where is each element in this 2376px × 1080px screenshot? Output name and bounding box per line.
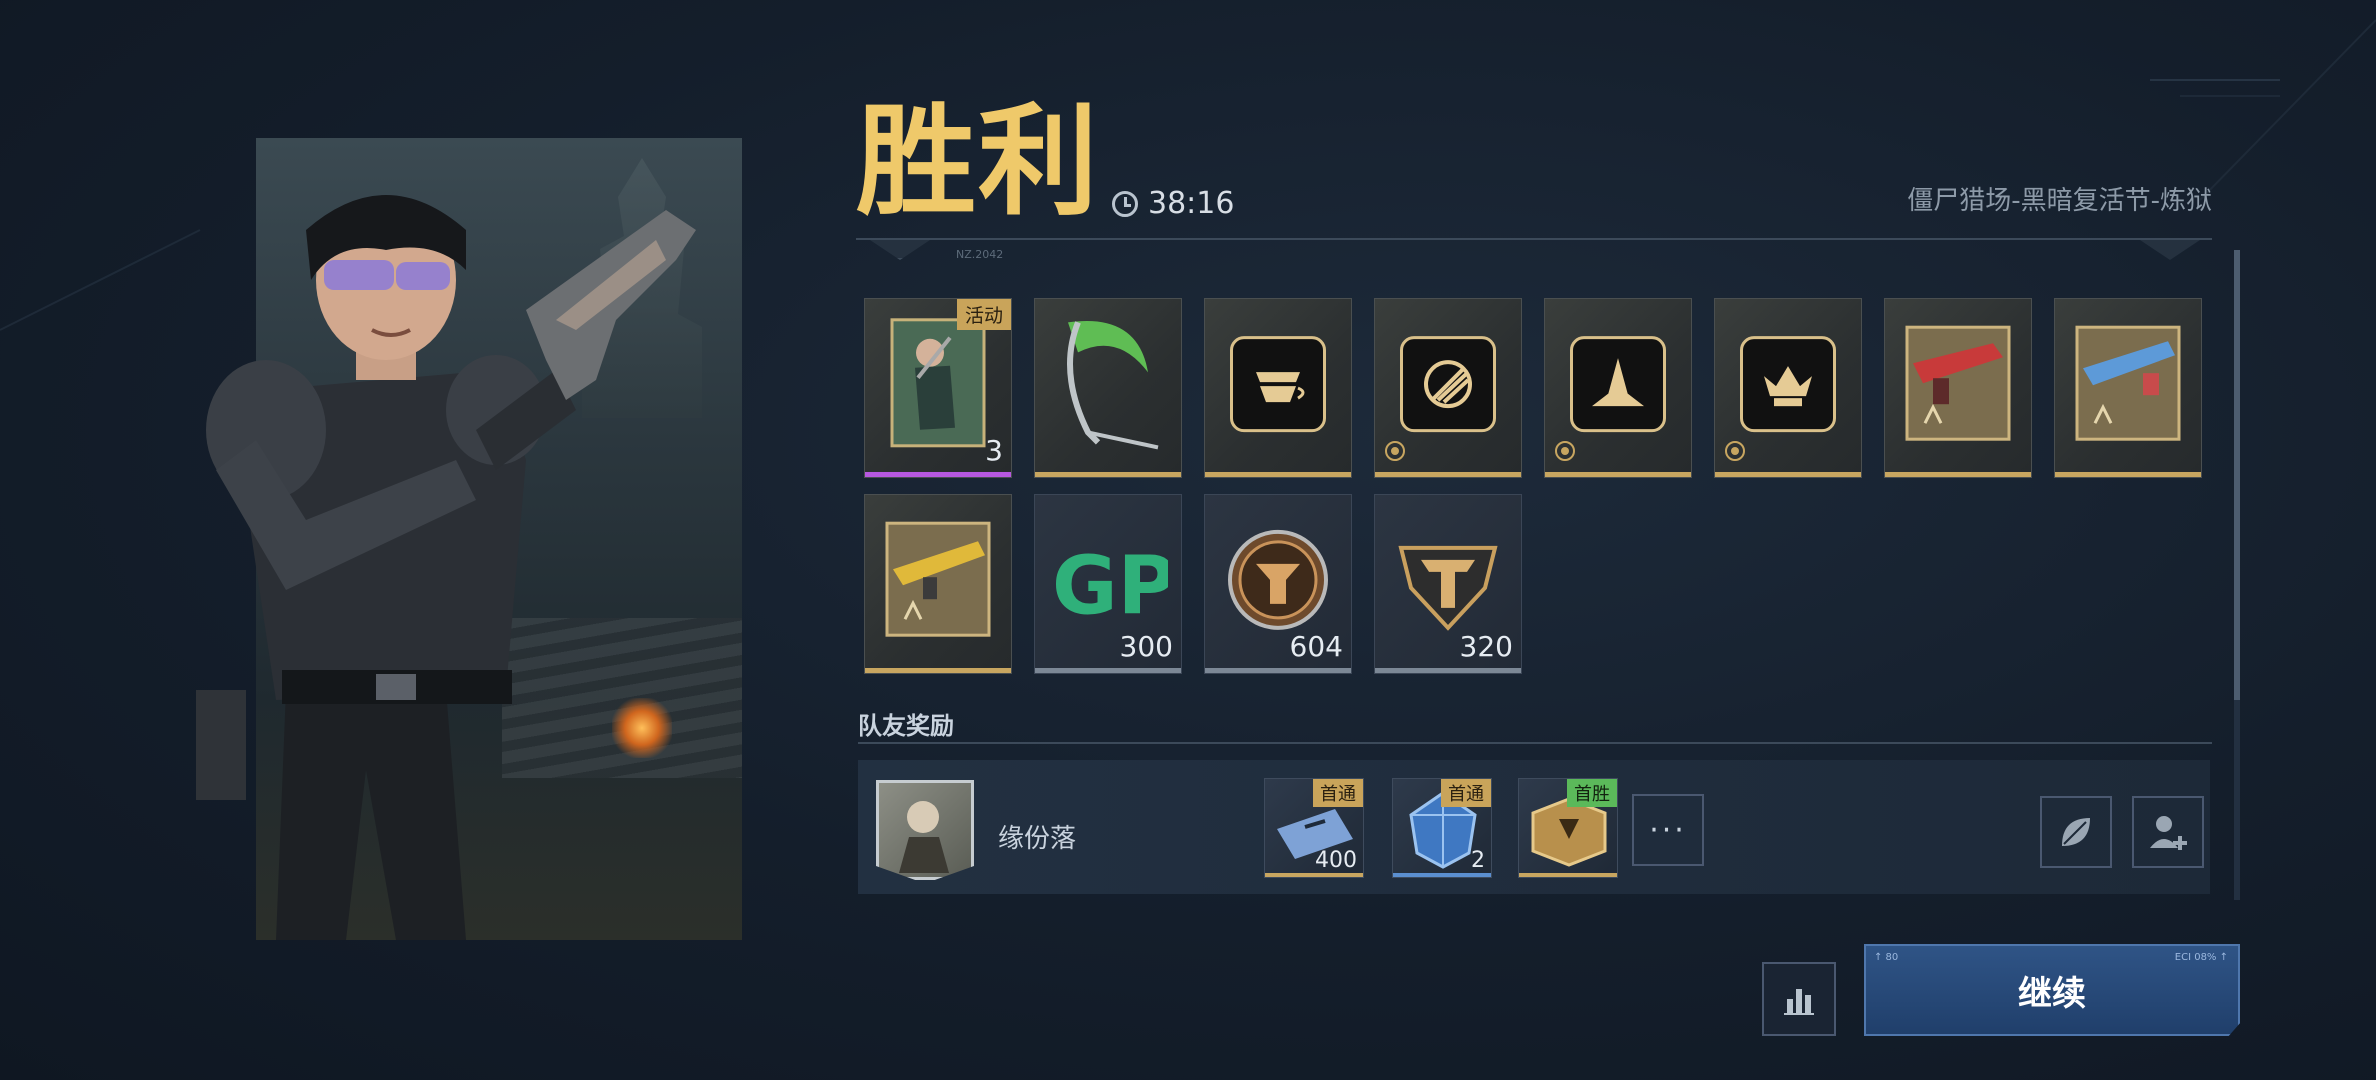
rarity-bar [1519,873,1617,877]
crown-emblem-icon [1740,336,1836,433]
coffee-emblem-icon [1230,336,1326,433]
rarity-bar [1205,668,1351,673]
spikes-emblem-icon [1570,336,1666,433]
rarity-bar [1393,873,1491,877]
arrows-emblem-icon [1400,336,1496,433]
continue-deco-right: ECI 08% ↑ [2174,952,2228,963]
clock-icon [1112,190,1138,217]
rarity-bar [1375,472,1521,477]
rarity-bar [1205,472,1351,477]
rarity-bar [1035,668,1181,673]
teammate-avatar[interactable] [876,780,974,880]
leaf-icon [2062,818,2090,846]
reward-item-emblem-spikes[interactable] [1544,298,1692,478]
team-reward-badge: 首通 [1441,779,1491,807]
character-card-icon [890,318,986,448]
rarity-bar [2055,472,2201,477]
scythe-icon [1067,320,1159,450]
team-reward-count: 2 [1471,848,1485,873]
teammate-row: 缘份落 首通 400 首通 2 首胜 ··· [858,760,2210,894]
match-timer: 38:16 [1112,186,1234,221]
reward-count: 300 [1119,630,1173,663]
character-figure [196,195,696,940]
deco-label: NZ.2042 [956,248,1004,261]
more-rewards-button[interactable]: ··· [1632,794,1704,866]
continue-deco-left: ↑ 80 [1874,952,1899,963]
team-reward-ticket[interactable]: 首通 400 [1264,778,1364,878]
teammate-name: 缘份落 [998,824,1077,854]
medal-icon [1725,441,1745,461]
mode-label: 僵尸猎场-黑暗复活节-炼狱 [1907,186,2212,216]
rank-points-icon [1398,545,1498,631]
rarity-bar [1545,472,1691,477]
medal-icon [1385,441,1405,461]
match-time-value: 38:16 [1148,186,1235,221]
rarity-bar [1715,472,1861,477]
continue-button[interactable]: ↑ 80 继续 ECI 08% ↑ [1864,944,2240,1036]
medal-icon [1555,441,1575,461]
rarity-bar [865,668,1011,673]
like-button[interactable] [2040,796,2112,868]
reward-item-emblem-arrows[interactable] [1374,298,1522,478]
reward-item-weapon-red[interactable] [1884,298,2032,478]
result-title: 胜利 [856,93,1100,232]
divider-chevron-right [2140,240,2200,260]
gp-currency-icon: GP [1052,539,1168,625]
rarity-bar [1885,472,2031,477]
header-divider [856,238,2212,240]
rarity-bar [1265,873,1363,877]
rewards-scrollbar-thumb[interactable] [2234,250,2240,700]
svg-text:GP: GP [1052,539,1168,625]
add-friend-button[interactable] [2132,796,2204,868]
reward-item-card[interactable]: 活动 3 [864,298,1012,478]
team-reward-crate[interactable]: 首胜 [1518,778,1618,878]
team-divider [858,742,2212,744]
rarity-bar [865,472,1011,477]
team-reward-badge: 首通 [1313,779,1363,807]
reward-item-emblem-crown[interactable] [1714,298,1862,478]
rarity-bar [1375,668,1521,673]
rarity-bar [1035,472,1181,477]
add-friend-icon [2150,816,2187,850]
reward-badge: 活动 [956,299,1011,330]
reward-item-gp[interactable]: GP 300 [1034,494,1182,674]
bar-chart-icon [1784,989,1814,1015]
reward-item-scythe[interactable] [1034,298,1182,478]
reward-count: 604 [1289,630,1343,663]
stats-button[interactable] [1762,962,1836,1036]
reward-count: 320 [1459,630,1513,663]
reward-item-weapon-blue[interactable] [2054,298,2202,478]
team-reward-crystal[interactable]: 首通 2 [1392,778,1492,878]
blue-weapon-blueprint-icon [2075,325,2181,441]
reward-item-rank-points[interactable]: 320 [1374,494,1522,674]
reward-count: 3 [985,434,1003,467]
team-reward-count: 400 [1315,848,1357,873]
reward-item-weapon-gold[interactable] [864,494,1012,674]
divider-chevron-left [870,240,930,260]
red-weapon-blueprint-icon [1905,325,2011,441]
team-rewards-title: 队友奖励 [858,712,954,740]
reward-item-emblem-coffee[interactable] [1204,298,1352,478]
bronze-coin-icon [1228,529,1328,630]
team-reward-badge: 首胜 [1567,779,1617,807]
continue-label: 继续 [2018,973,2086,1014]
reward-item-coin[interactable]: 604 [1204,494,1352,674]
gold-weapon-blueprint-icon [885,521,991,637]
